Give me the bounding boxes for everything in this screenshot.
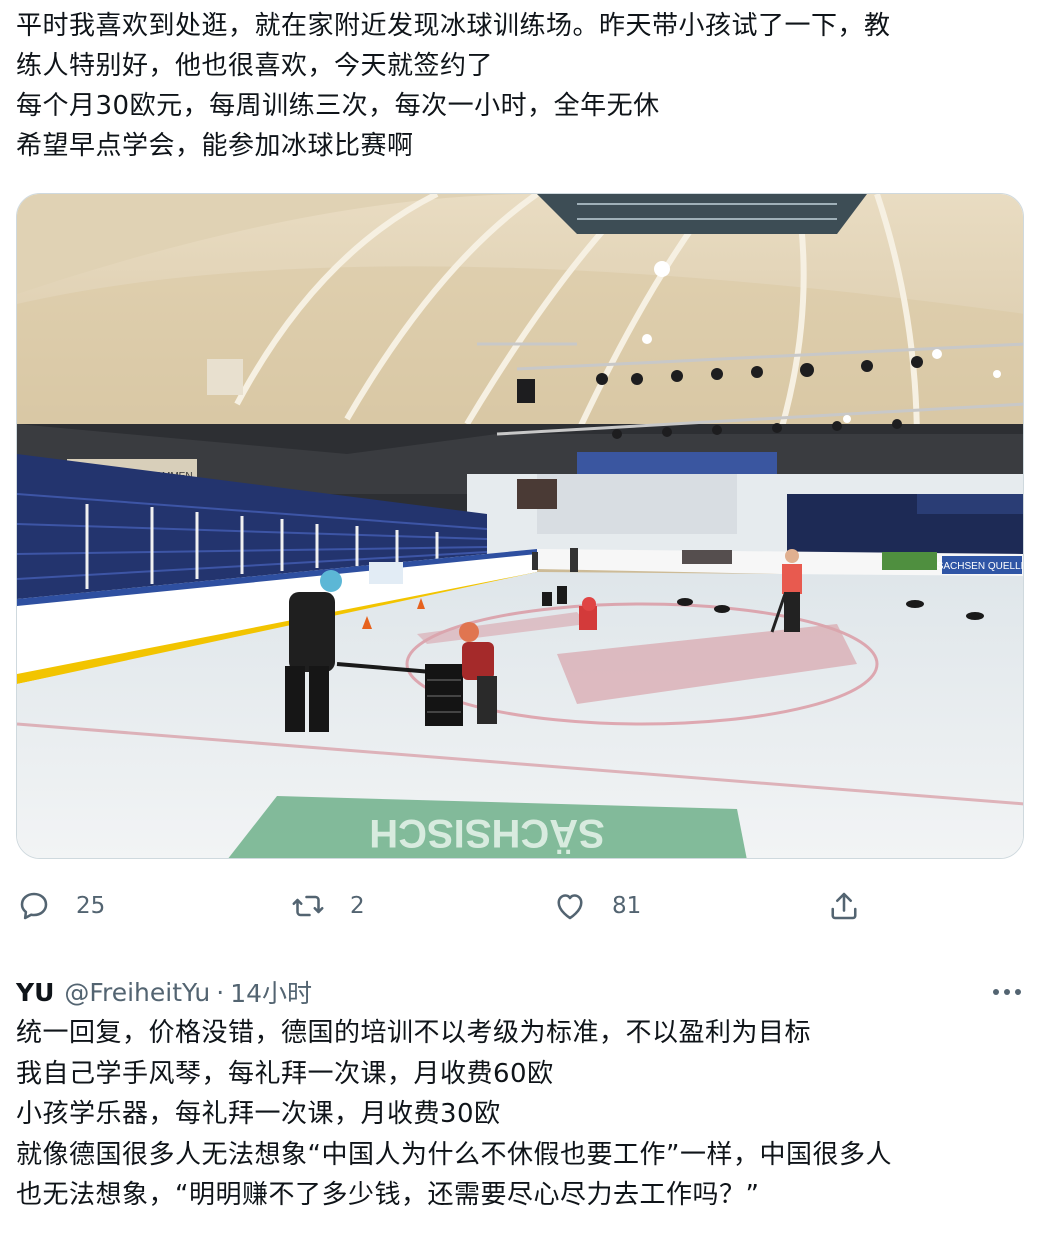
- tweet-line: 每个月30欧元，每周训练三次，每次一小时，全年无休: [16, 91, 660, 121]
- reply-icon: [20, 892, 48, 920]
- like-icon: [557, 894, 583, 920]
- reply-timestamp[interactable]: 14小时: [230, 974, 312, 1010]
- ice-logo: SÄCHSISCH: [369, 811, 605, 855]
- reply-button[interactable]: 25: [16, 880, 105, 932]
- reply-text: 统一回复，价格没错，德国的培训不以考级为标准，不以盈利为目标 我自己学手风琴，每…: [16, 1013, 1026, 1216]
- reply-line: 也无法想象，“明明赚不了多少钱，还需要尽心尽力去工作吗？”: [16, 1180, 760, 1210]
- reply-author-name[interactable]: YU: [16, 978, 54, 1007]
- share-button[interactable]: [826, 880, 862, 932]
- reply-separator: ·: [216, 977, 225, 1007]
- like-count: 81: [612, 893, 642, 919]
- reply-header: YU @FreiheitYu · 14小时: [16, 970, 1026, 1014]
- more-icon: [993, 989, 1021, 995]
- like-button[interactable]: 81: [552, 880, 641, 932]
- tweet-photo[interactable]: HERZLICH WILLKOMMEN: [16, 193, 1024, 859]
- tweet-line: 平时我喜欢到处逛，就在家附近发现冰球训练场。昨天带小孩试了一下，教: [16, 11, 891, 41]
- tweet-text: 平时我喜欢到处逛，就在家附近发现冰球训练场。昨天带小孩试了一下，教 练人特别好，…: [16, 6, 1026, 166]
- tweet-line: 练人特别好，他也很喜欢，今天就签约了: [16, 51, 494, 81]
- more-options-button[interactable]: [990, 975, 1024, 1009]
- share-icon: [831, 892, 857, 920]
- reply-author-handle[interactable]: @FreiheitYu: [64, 978, 210, 1007]
- reply-line: 统一回复，价格没错，德国的培训不以考级为标准，不以盈利为目标: [16, 1018, 812, 1048]
- retweet-count: 2: [350, 893, 365, 919]
- reply-line: 我自己学手风琴，每礼拜一次课，月收费60欧: [16, 1058, 554, 1089]
- ice-rink-photo: HERZLICH WILLKOMMEN: [17, 194, 1024, 858]
- retweet-icon: [292, 895, 324, 917]
- reply-count: 25: [76, 893, 106, 919]
- retweet-button[interactable]: 2: [290, 880, 365, 932]
- reply-line: 就像德国很多人无法想象“中国人为什么不休假也要工作”一样，中国很多人: [16, 1139, 892, 1170]
- tweet-actions: 25 2 81: [0, 880, 1054, 932]
- tweet-line: 希望早点学会，能参加冰球比赛啊: [16, 131, 414, 161]
- reply-line: 小孩学乐器，每礼拜一次课，月收费30欧: [16, 1099, 501, 1129]
- banner-right: SACHSEN QUELLE: [937, 561, 1024, 572]
